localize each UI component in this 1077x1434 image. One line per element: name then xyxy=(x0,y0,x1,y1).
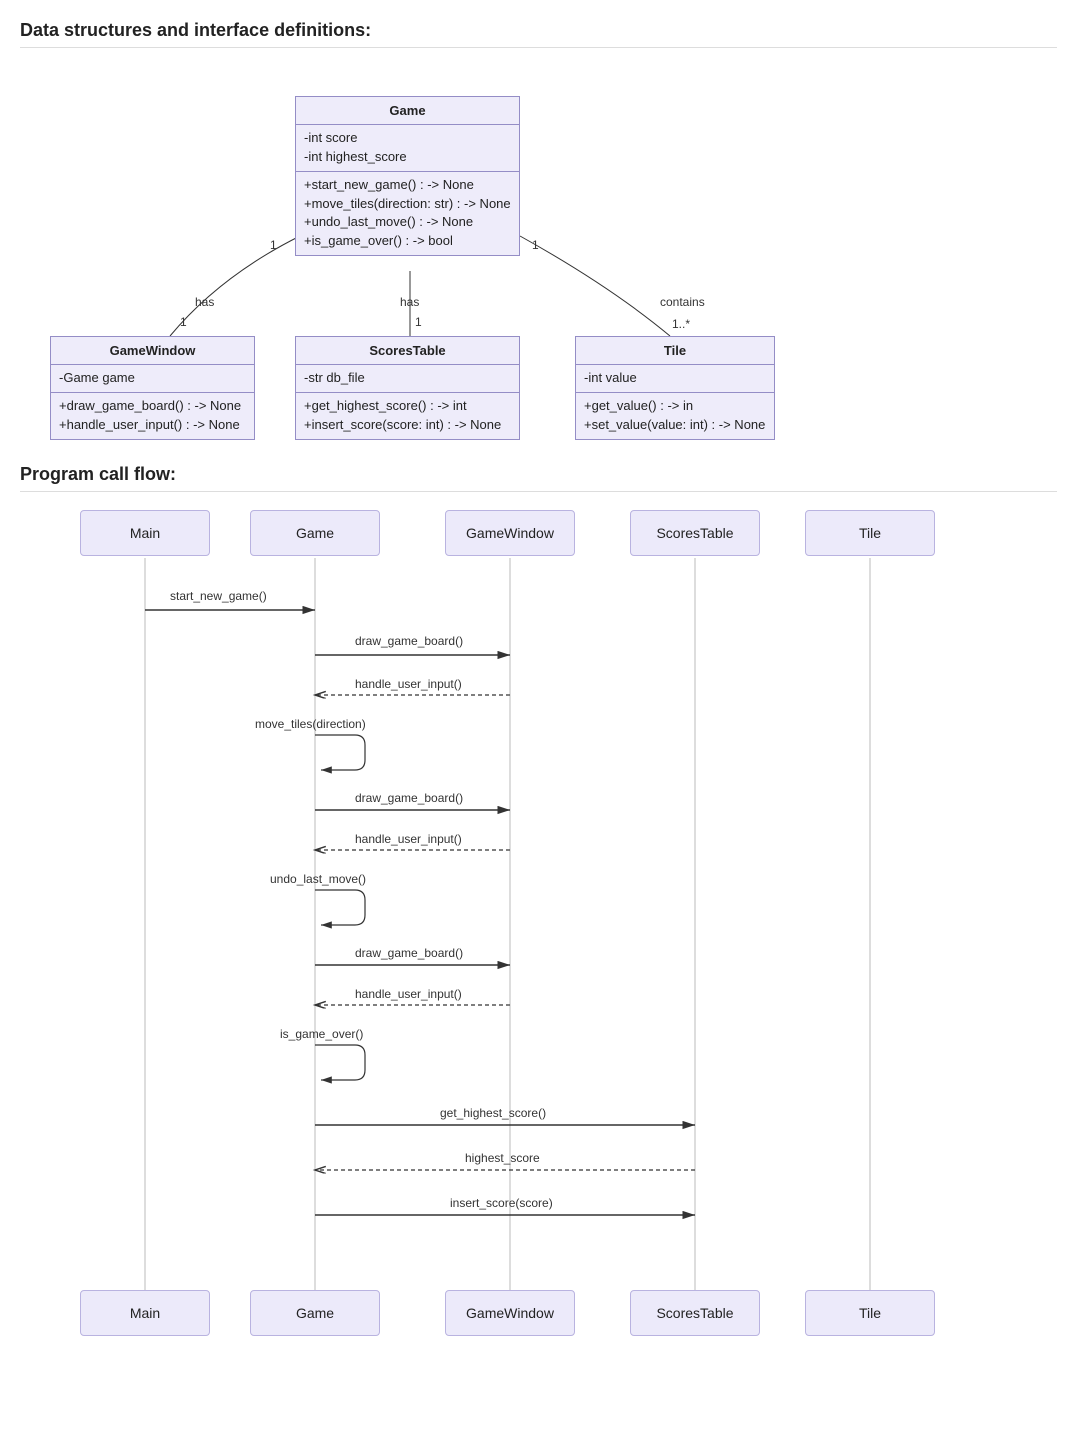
mult-1b: 1 xyxy=(180,315,187,329)
class-tile: Tile -int value +get_value() : -> in +se… xyxy=(575,336,775,440)
msg-get-highest-score: get_highest_score() xyxy=(440,1106,546,1120)
msg-draw-game-board-3: draw_game_board() xyxy=(355,946,463,960)
msg-insert-score: insert_score(score) xyxy=(450,1196,553,1210)
msg-highest-score: highest_score xyxy=(465,1151,540,1165)
op: +move_tiles(direction: str) : -> None xyxy=(304,195,511,214)
attr: -Game game xyxy=(59,369,246,388)
rel-label-has-1: has xyxy=(195,295,214,309)
section-heading-1: Data structures and interface definition… xyxy=(20,20,1057,41)
op: +is_game_over() : -> bool xyxy=(304,232,511,251)
msg-handle-input-3: handle_user_input() xyxy=(355,987,462,1001)
section-heading-2: Program call flow: xyxy=(20,464,1057,485)
msg-draw-game-board-2: draw_game_board() xyxy=(355,791,463,805)
attr: -int score xyxy=(304,129,511,148)
ops: +get_highest_score() : -> int +insert_sc… xyxy=(296,393,519,439)
mult-1d: 1 xyxy=(532,238,539,252)
op: +insert_score(score: int) : -> None xyxy=(304,416,511,435)
class-game: Game -int score -int highest_score +star… xyxy=(295,96,520,256)
ops: +draw_game_board() : -> None +handle_use… xyxy=(51,393,254,439)
class-title: Game xyxy=(296,97,519,125)
mult-1c: 1 xyxy=(415,315,422,329)
rel-label-contains: contains xyxy=(660,295,705,309)
attr: -int highest_score xyxy=(304,148,511,167)
msg-undo-last-move: undo_last_move() xyxy=(270,872,366,886)
ops: +get_value() : -> in +set_value(value: i… xyxy=(576,393,774,439)
attrs: -int value xyxy=(576,365,774,393)
divider xyxy=(20,47,1057,48)
ops: +start_new_game() : -> None +move_tiles(… xyxy=(296,172,519,255)
msg-handle-input-2: handle_user_input() xyxy=(355,832,462,846)
divider xyxy=(20,491,1057,492)
msg-is-game-over: is_game_over() xyxy=(280,1027,363,1041)
class-gamewindow: GameWindow -Game game +draw_game_board()… xyxy=(50,336,255,440)
mult-1a: 1 xyxy=(270,238,277,252)
op: +set_value(value: int) : -> None xyxy=(584,416,766,435)
attrs: -int score -int highest_score xyxy=(296,125,519,172)
attrs: -str db_file xyxy=(296,365,519,393)
op: +undo_last_move() : -> None xyxy=(304,213,511,232)
msg-draw-game-board-1: draw_game_board() xyxy=(355,634,463,648)
class-title: Tile xyxy=(576,337,774,365)
op: +get_value() : -> in xyxy=(584,397,766,416)
class-title: ScoresTable xyxy=(296,337,519,365)
op: +get_highest_score() : -> int xyxy=(304,397,511,416)
attrs: -Game game xyxy=(51,365,254,393)
op: +draw_game_board() : -> None xyxy=(59,397,246,416)
op: +start_new_game() : -> None xyxy=(304,176,511,195)
class-scorestable: ScoresTable -str db_file +get_highest_sc… xyxy=(295,336,520,440)
attr: -str db_file xyxy=(304,369,511,388)
mult-contains: 1..* xyxy=(672,317,690,331)
class-diagram: has 1 1 has 1 contains 1 1..* Game -int … xyxy=(20,66,1057,436)
sequence-diagram: Main Game GameWindow ScoresTable Tile Ma… xyxy=(20,510,1057,1350)
class-title: GameWindow xyxy=(51,337,254,365)
attr: -int value xyxy=(584,369,766,388)
rel-label-has-2: has xyxy=(400,295,419,309)
msg-start-new-game: start_new_game() xyxy=(170,589,267,603)
op: +handle_user_input() : -> None xyxy=(59,416,246,435)
msg-handle-input-1: handle_user_input() xyxy=(355,677,462,691)
msg-move-tiles: move_tiles(direction) xyxy=(255,717,366,731)
